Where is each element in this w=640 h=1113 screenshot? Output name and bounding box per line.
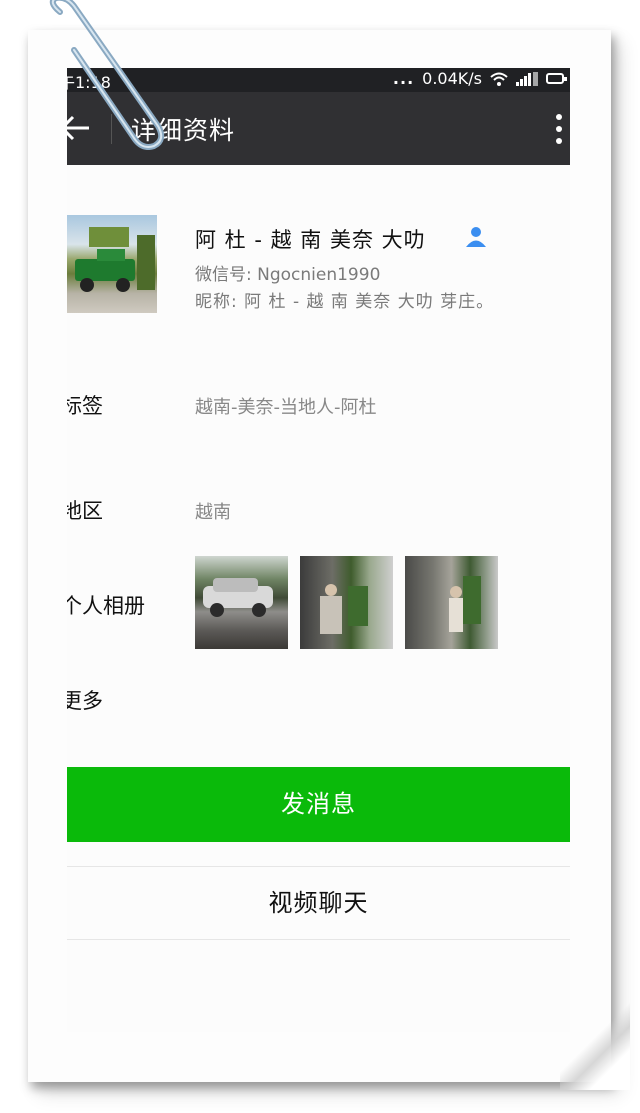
nickname: 昵称: 阿 杜 - 越 南 美奈 大叻 芽庄。 (195, 292, 495, 312)
wifi-icon (490, 72, 508, 86)
battery-icon (546, 73, 567, 84)
notification-dots: ... (392, 69, 415, 88)
album-label: 个人相册 (67, 594, 145, 618)
person-icon (466, 227, 486, 247)
region-label: 地区 (67, 499, 103, 523)
tags-label: 标签 (67, 394, 103, 418)
contact-name: 阿 杜 - 越 南 美奈 大叻 (195, 228, 426, 252)
avatar[interactable] (67, 215, 157, 313)
album-photo[interactable] (405, 556, 498, 649)
album-photo[interactable] (300, 556, 393, 649)
tags-value[interactable]: 越南-美奈-当地人-阿杜 (195, 393, 377, 419)
more-label[interactable]: 更多 (67, 685, 103, 715)
vertical-dots-icon[interactable] (554, 112, 564, 146)
wechat-id: 微信号: Ngocnien1990 (195, 265, 381, 285)
paperclip-icon (49, 0, 165, 150)
phone-screen: 午1:18 ... 0.04K/s 详细资料 阿 杜 - 越 南 美奈 大叻 微… (67, 68, 570, 1032)
region-value: 越南 (195, 502, 231, 523)
status-indicators: ... 0.04K/s (392, 69, 567, 88)
send-message-button[interactable]: 发消息 (67, 767, 570, 842)
album-photo[interactable] (195, 556, 288, 649)
video-chat-button[interactable]: 视频聊天 (67, 866, 570, 940)
profile-card: 阿 杜 - 越 南 美奈 大叻 微信号: Ngocnien1990 昵称: 阿 … (67, 198, 570, 358)
network-speed: 0.04K/s (422, 69, 482, 88)
personal-album[interactable] (195, 556, 498, 649)
signal-icon (516, 71, 538, 86)
